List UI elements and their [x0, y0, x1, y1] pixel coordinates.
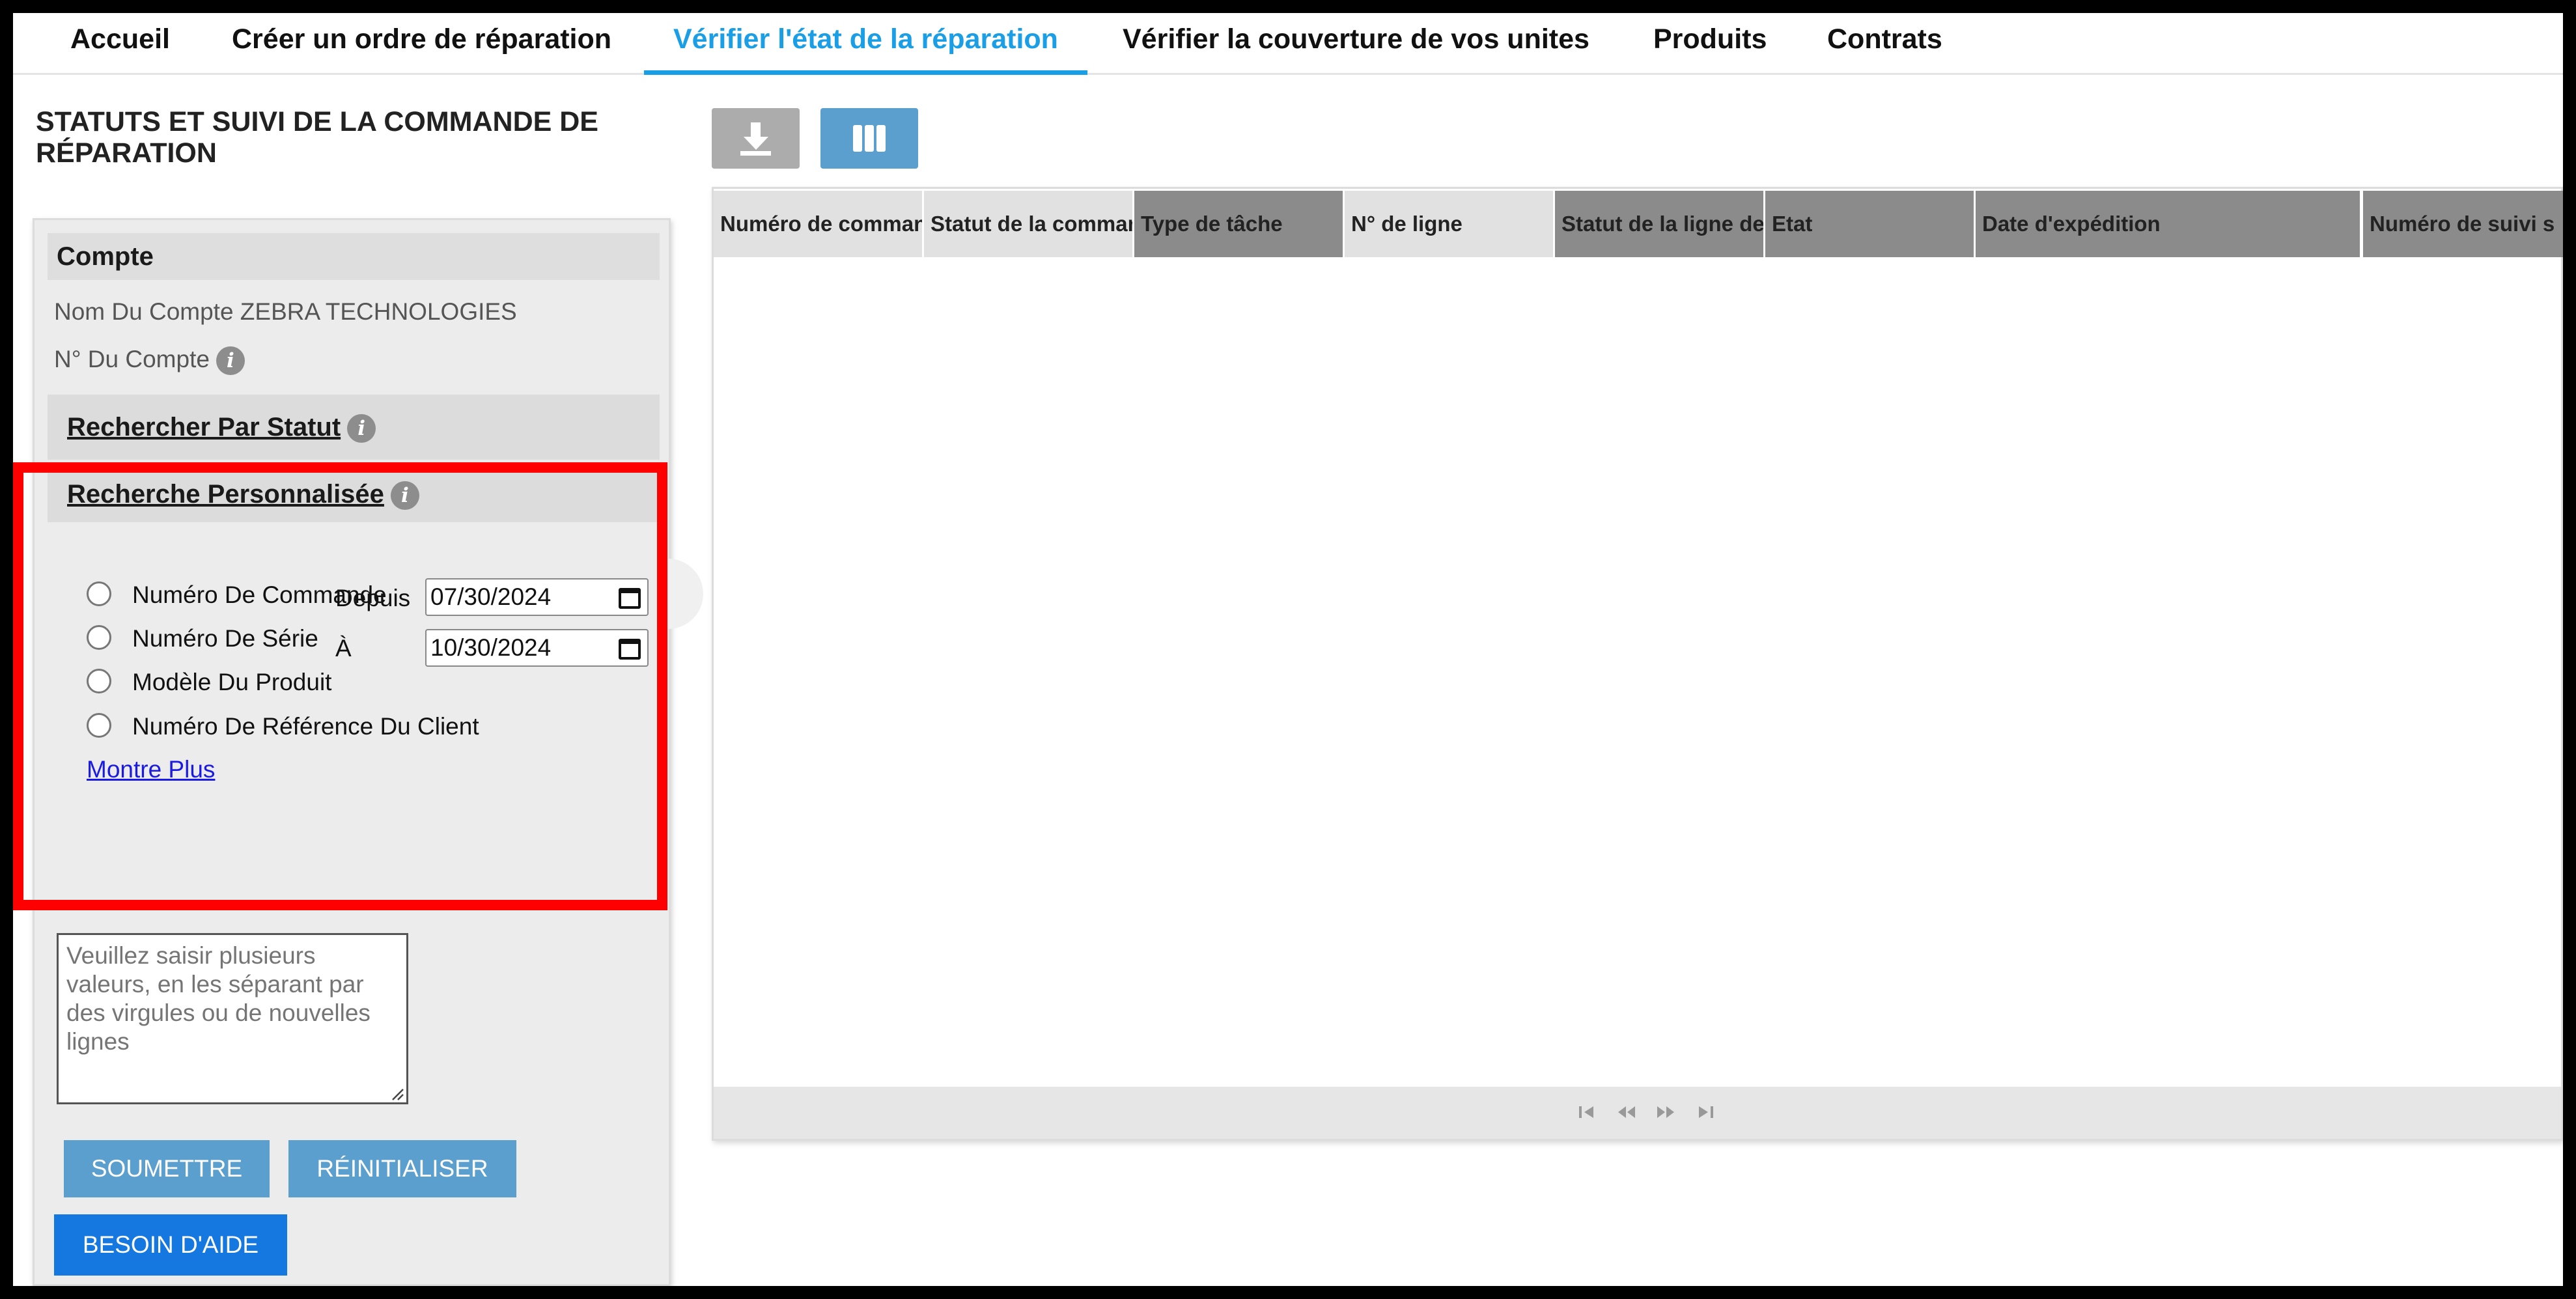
account-name: Nom Du Compte ZEBRA TECHNOLOGIES [54, 298, 517, 325]
account-number-label: N° Du Compte [54, 346, 210, 372]
tab-accueil[interactable]: Accueil [70, 13, 170, 75]
date-to-value: 10/30/2024 [430, 634, 552, 661]
first-page-icon[interactable] [1576, 1102, 1599, 1122]
next-page-icon[interactable] [1655, 1102, 1677, 1122]
search-by-status-section[interactable]: Rechercher Par Statut i [48, 395, 660, 460]
date-from-value: 07/30/2024 [430, 583, 552, 610]
tab-creer-ordre[interactable]: Créer un ordre de réparation [232, 13, 611, 75]
custom-search-link[interactable]: Recherche Personnalisée [67, 480, 384, 509]
column-header[interactable]: Numéro de commande [714, 191, 922, 257]
account-header: Compte [48, 233, 660, 280]
column-header[interactable]: Statut de la commande [924, 191, 1132, 257]
resize-grip-icon[interactable] [391, 1088, 404, 1101]
grid-pager [714, 1087, 2561, 1139]
tab-contrats[interactable]: Contrats [1827, 13, 1942, 75]
columns-button[interactable] [820, 108, 918, 169]
panel-collapse-handle[interactable] [664, 559, 703, 629]
reset-button[interactable]: RÉINITIALISER [288, 1140, 516, 1197]
tab-couverture[interactable]: Vérifier la couverture de vos unites [1123, 13, 1589, 75]
filter-panel: Compte Nom Du Compte ZEBRA TECHNOLOGIES … [33, 218, 671, 1286]
date-to-input[interactable]: 10/30/2024 [425, 629, 649, 667]
custom-search-section[interactable]: Recherche Personnalisée i [48, 466, 660, 522]
results-grid: Numéro de commande Statut de la commande… [712, 187, 2563, 1141]
submit-button[interactable]: SOUMETTRE [64, 1140, 270, 1197]
date-to-label: À [335, 635, 352, 662]
column-header[interactable]: Statut de la ligne de commande [1555, 191, 1763, 257]
tab-produits[interactable]: Produits [1653, 13, 1767, 75]
page-title: STATUTS ET SUIVI DE LA COMMANDE DE RÉPAR… [36, 106, 598, 169]
radio-button[interactable] [87, 625, 111, 650]
download-button[interactable] [712, 108, 800, 169]
columns-icon [853, 125, 886, 152]
info-icon[interactable]: i [347, 414, 376, 443]
radio-button[interactable] [87, 581, 111, 606]
column-header[interactable]: Type de tâche [1134, 191, 1343, 257]
grid-header: Numéro de commande Statut de la commande… [714, 189, 2563, 259]
app-window: Accueil Créer un ordre de réparation Vér… [13, 13, 2563, 1286]
column-header[interactable]: N° de ligne [1345, 191, 1553, 257]
prev-page-icon[interactable] [1616, 1102, 1638, 1122]
radio-label: Numéro De Référence Du Client [132, 713, 479, 740]
radio-label: Modèle Du Produit [132, 669, 332, 695]
radio-button[interactable] [87, 713, 111, 738]
info-icon[interactable]: i [390, 481, 419, 510]
column-header[interactable]: Numéro de suivi s [2363, 191, 2563, 257]
show-more-link[interactable]: Montre Plus [87, 756, 215, 783]
info-icon[interactable]: i [216, 346, 245, 376]
radio-button[interactable] [87, 669, 111, 693]
column-header[interactable]: Etat [1765, 191, 1974, 257]
date-from-label: Depuis [335, 585, 411, 611]
multi-value-input[interactable] [57, 933, 408, 1104]
account-number-row: N° Du Compte i [54, 346, 245, 376]
top-nav: Accueil Créer un ordre de réparation Vér… [13, 13, 2563, 75]
help-button[interactable]: BESOIN D'AIDE [54, 1214, 287, 1276]
last-page-icon[interactable] [1694, 1102, 1716, 1122]
date-from-input[interactable]: 07/30/2024 [425, 578, 649, 616]
search-by-status-link[interactable]: Rechercher Par Statut [67, 413, 341, 441]
download-icon [740, 122, 771, 156]
calendar-icon[interactable] [619, 639, 641, 660]
calendar-icon[interactable] [619, 588, 641, 609]
tab-verifier-etat[interactable]: Vérifier l'état de la réparation [644, 13, 1087, 75]
column-header[interactable]: Date d'expédition [1976, 191, 2360, 257]
radio-label: Numéro De Série [132, 625, 318, 652]
